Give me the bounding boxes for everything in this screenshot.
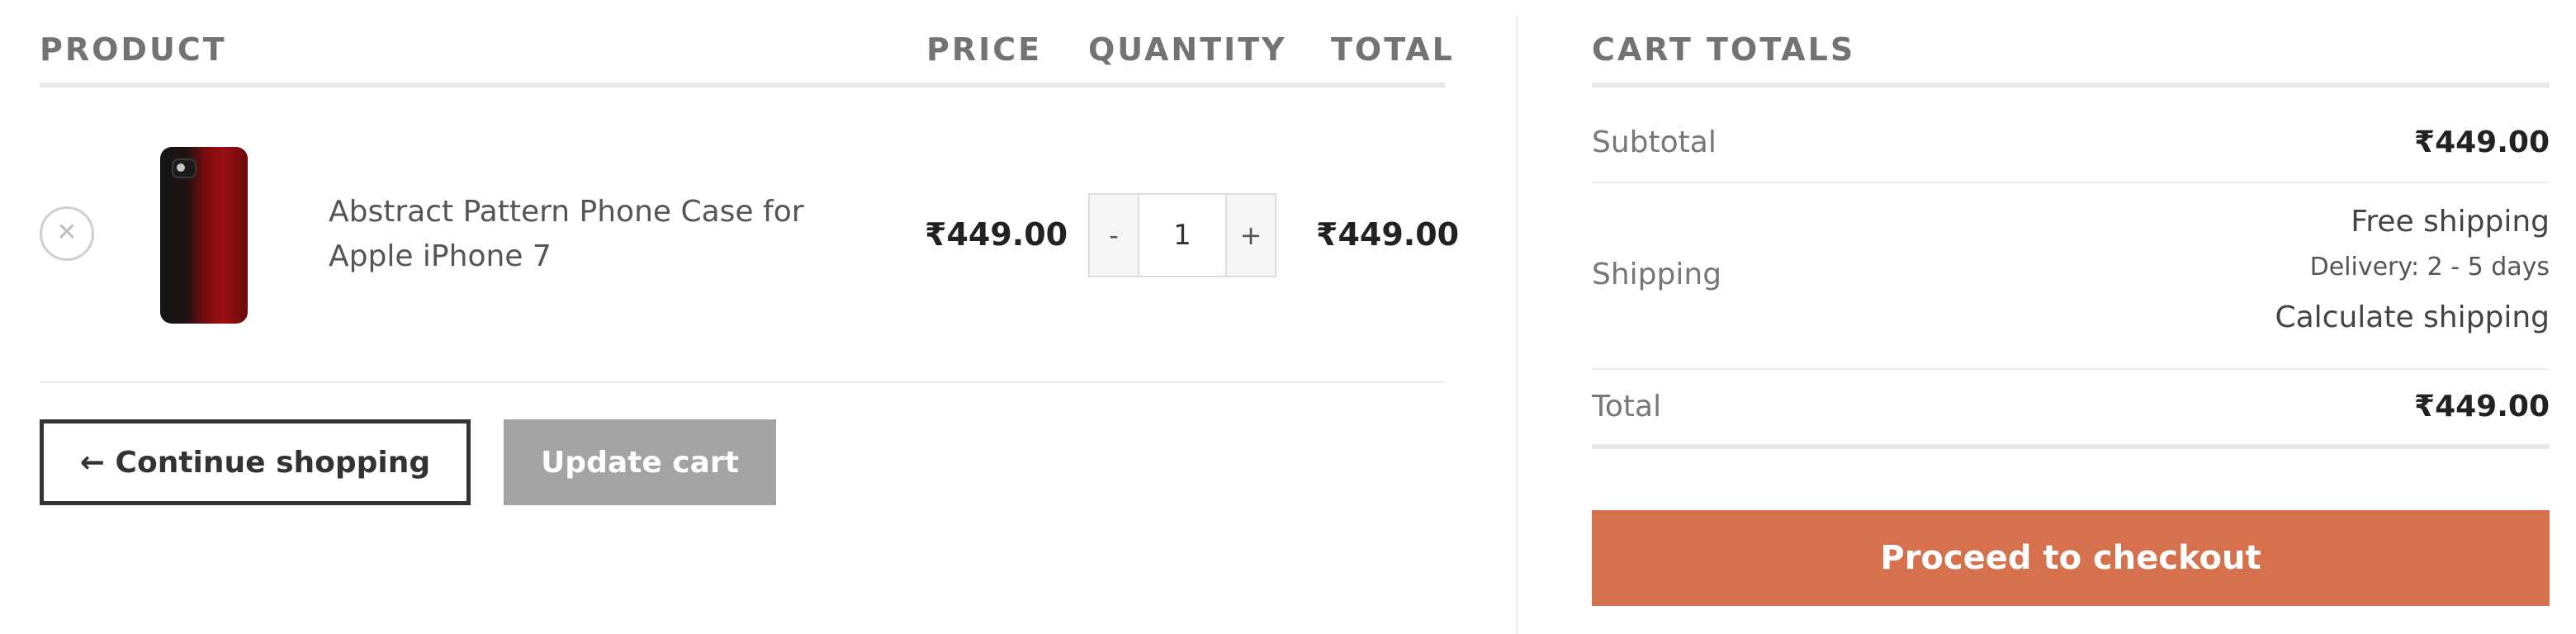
- camera-lens-icon: [172, 158, 197, 178]
- header-divider: [40, 83, 1445, 88]
- subtotal-value: ₹449.00: [2414, 125, 2550, 159]
- row-divider: [40, 381, 1445, 383]
- continue-shopping-button[interactable]: ← Continue shopping: [40, 419, 471, 505]
- proceed-to-checkout-button[interactable]: Proceed to checkout: [1592, 510, 2550, 606]
- column-header-quantity: QUANTITY: [1088, 31, 1287, 68]
- product-name-link[interactable]: Abstract Pattern Phone Case for Apple iP…: [329, 190, 857, 279]
- item-price: ₹449.00: [925, 216, 1068, 253]
- shipping-label: Shipping: [1592, 258, 1722, 291]
- column-divider: [1516, 15, 1518, 634]
- total-divider: [1592, 444, 2550, 449]
- item-subtotal: ₹449.00: [1316, 216, 1460, 253]
- subtotal-divider: [1592, 182, 2550, 183]
- subtotal-label: Subtotal: [1592, 125, 1717, 159]
- close-icon: ✕: [56, 218, 78, 247]
- quantity-increment-button[interactable]: +: [1227, 195, 1275, 276]
- shipping-method: Free shipping: [2351, 205, 2550, 239]
- total-value: ₹449.00: [2414, 390, 2550, 423]
- column-header-price: PRICE: [926, 31, 1043, 68]
- cart-totals-title: CART TOTALS: [1592, 31, 1856, 68]
- shipping-divider: [1592, 368, 2550, 370]
- total-label: Total: [1592, 390, 1662, 423]
- totals-header-divider: [1592, 83, 2550, 88]
- update-cart-button[interactable]: Update cart: [504, 419, 776, 505]
- product-thumbnail[interactable]: [160, 147, 248, 324]
- column-header-product: PRODUCT: [40, 31, 227, 68]
- quantity-decrement-button[interactable]: -: [1090, 195, 1138, 276]
- quantity-stepper: - 1 +: [1088, 193, 1276, 277]
- quantity-input[interactable]: 1: [1138, 195, 1227, 276]
- column-header-total: TOTAL: [1331, 31, 1455, 68]
- delivery-note: Delivery: 2 - 5 days: [2309, 253, 2550, 282]
- remove-item-button[interactable]: ✕: [40, 206, 94, 261]
- calculate-shipping-link[interactable]: Calculate shipping: [2275, 300, 2550, 334]
